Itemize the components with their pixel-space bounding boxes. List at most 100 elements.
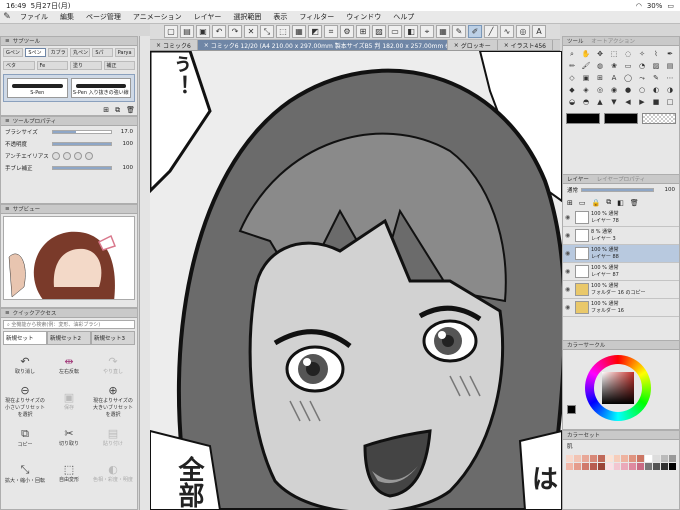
- preset-spen[interactable]: S-Pen: [7, 78, 68, 98]
- tool-i-icon[interactable]: ◒: [566, 97, 578, 107]
- brush-spen[interactable]: Sペン: [25, 48, 46, 57]
- flip-button[interactable]: ⇹ 左右反転: [48, 348, 90, 382]
- open-icon[interactable]: ▤: [180, 25, 194, 38]
- move-icon[interactable]: ✥: [594, 49, 606, 59]
- snap-icon[interactable]: ⌖: [420, 25, 434, 38]
- close-icon[interactable]: ×: [504, 42, 511, 49]
- brush-maru[interactable]: 丸ペン: [69, 48, 91, 57]
- transform-icon[interactable]: ⤡: [260, 25, 274, 38]
- clear-icon[interactable]: ✕: [244, 25, 258, 38]
- brush-sp[interactable]: Sパ: [92, 48, 113, 57]
- deselect-icon[interactable]: ⬚: [276, 25, 290, 38]
- smaller-preset-button[interactable]: ⊖ 現在よりサイズの小さいブリセットを選択: [4, 384, 46, 418]
- brush-hosei[interactable]: 補正: [103, 61, 135, 70]
- brush-fe[interactable]: Fe: [36, 61, 68, 70]
- figure-icon[interactable]: ◇: [566, 73, 578, 83]
- redo-button[interactable]: ↷ やり直し: [92, 348, 134, 382]
- layer-row[interactable]: ◉ 100 % 通常 レイヤー 87: [563, 263, 679, 281]
- eraser-tool-icon[interactable]: ▭: [622, 61, 634, 71]
- saturation-square[interactable]: [602, 372, 634, 404]
- new-layer-icon[interactable]: ⊞: [567, 199, 573, 207]
- lasso-icon[interactable]: ◌: [622, 49, 634, 59]
- menu-animation[interactable]: アニメーション: [127, 12, 188, 22]
- brush-kabura[interactable]: カブラ: [47, 48, 68, 57]
- tab-set2[interactable]: 新規セット2: [47, 331, 91, 345]
- brush-gpen[interactable]: Gペン: [3, 48, 24, 57]
- eye-icon[interactable]: ◉: [565, 304, 573, 311]
- eye-icon[interactable]: ◉: [565, 232, 573, 239]
- eye-icon[interactable]: ◉: [565, 214, 573, 221]
- quick-search-input[interactable]: ⌕ 全機能から検索(例：変形、油彩ブラシ): [3, 320, 135, 329]
- subview-thumbnail[interactable]: [3, 216, 135, 300]
- new-folder-icon[interactable]: ▭: [579, 199, 586, 207]
- airbrush-icon[interactable]: ◍: [594, 61, 606, 71]
- menu-page[interactable]: ページ管理: [80, 12, 127, 22]
- panel-tab-auto-action[interactable]: オートアクション: [591, 37, 635, 45]
- select-all-icon[interactable]: ▦: [292, 25, 306, 38]
- antialias-row[interactable]: アンチエイリアス: [1, 150, 137, 162]
- blend-mode-select[interactable]: 通常: [567, 186, 578, 194]
- curve-icon[interactable]: ∿: [500, 25, 514, 38]
- menu-filter[interactable]: フィルター: [293, 12, 340, 22]
- brush-parya[interactable]: Parya: [114, 48, 135, 57]
- eye-icon[interactable]: ◉: [565, 250, 573, 257]
- undo-icon[interactable]: ↶: [212, 25, 226, 38]
- invert-icon[interactable]: ◩: [308, 25, 322, 38]
- zoom-icon[interactable]: ⌕: [566, 49, 578, 59]
- blend-icon[interactable]: ◔: [636, 61, 648, 71]
- correct-icon[interactable]: ⤳: [636, 73, 648, 83]
- scale-rotate-button[interactable]: ⤡ 拡大・縮小・回転: [4, 456, 46, 490]
- tab-illust[interactable]: × イラスト456: [498, 40, 553, 50]
- tool-p-icon[interactable]: □: [664, 97, 676, 107]
- lock-icon[interactable]: 🔒: [592, 199, 601, 207]
- color-wheel[interactable]: [585, 355, 651, 421]
- color-set-grid[interactable]: [563, 452, 679, 473]
- menu-help[interactable]: ヘルプ: [387, 12, 420, 22]
- tool-g-icon[interactable]: ◐: [650, 85, 662, 95]
- folder-row[interactable]: ◉ 100 % 通常 フォルダー 16 のコピー: [563, 281, 679, 299]
- deco-icon[interactable]: ❀: [608, 61, 620, 71]
- save-button[interactable]: ▣ 保存: [48, 384, 90, 418]
- preset-spen-strong[interactable]: S-Pen 入り抜きの強い線: [70, 78, 131, 98]
- aa-strong[interactable]: [85, 152, 93, 160]
- tool-b-icon[interactable]: ◈: [580, 85, 592, 95]
- settings-icon[interactable]: ⚙: [340, 25, 354, 38]
- opacity-row[interactable]: 不透明度 100: [1, 138, 137, 150]
- tab-comic6[interactable]: × コミック6: [150, 40, 198, 50]
- fill-icon[interactable]: ▨: [372, 25, 386, 38]
- panel-tab-layer-property[interactable]: レイヤープロパティ: [597, 175, 646, 183]
- menu-selection[interactable]: 選択範囲: [227, 12, 267, 22]
- left-dock-scrollbar[interactable]: [139, 36, 150, 510]
- brush-beta[interactable]: べタ: [3, 61, 35, 70]
- close-icon[interactable]: ×: [204, 42, 211, 49]
- pencil-icon[interactable]: ✏: [566, 61, 578, 71]
- brush-icon[interactable]: 🖌: [580, 61, 592, 71]
- crop-icon[interactable]: ⌗: [324, 25, 338, 38]
- hand-icon[interactable]: ✋: [580, 49, 592, 59]
- tool-k-icon[interactable]: ▲: [594, 97, 606, 107]
- grid-icon[interactable]: ▦: [436, 25, 450, 38]
- aa-mid[interactable]: [74, 152, 82, 160]
- color-set-select[interactable]: 肌: [567, 442, 573, 450]
- tool-m-icon[interactable]: ◀: [622, 97, 634, 107]
- aa-none[interactable]: [52, 152, 60, 160]
- mask-icon[interactable]: ◧: [404, 25, 418, 38]
- undo-button[interactable]: ↶ 取り消し: [4, 348, 46, 382]
- eye-icon[interactable]: ◉: [565, 286, 573, 293]
- cut-button[interactable]: ✂ 切り取り: [48, 420, 90, 454]
- stabilization-row[interactable]: 手ブレ補正 100: [1, 162, 137, 174]
- fill-tool-icon[interactable]: ▨: [650, 61, 662, 71]
- tool-h-icon[interactable]: ◑: [664, 85, 676, 95]
- tab-comic6-active[interactable]: × コミック6 12/20 (A4 210.00 x 297.00mm 製本サイ…: [197, 40, 448, 50]
- mask-layer-icon[interactable]: ◧: [617, 199, 624, 207]
- frame-icon[interactable]: ▣: [580, 73, 592, 83]
- stabilizer-icon[interactable]: ✐: [468, 25, 482, 38]
- copy-icon[interactable]: ⧉: [115, 106, 120, 115]
- menu-window[interactable]: ウィンドウ: [340, 12, 387, 22]
- hue-saturation-button[interactable]: ◐ 色相・彩度・明度: [92, 456, 134, 490]
- tab-set1[interactable]: 新規セット: [3, 331, 47, 345]
- text-tool-icon[interactable]: A: [608, 73, 620, 83]
- eyedrop-icon[interactable]: ⌇: [650, 49, 662, 59]
- trash-icon[interactable]: 🗑: [126, 106, 135, 115]
- save-icon[interactable]: ▣: [196, 25, 210, 38]
